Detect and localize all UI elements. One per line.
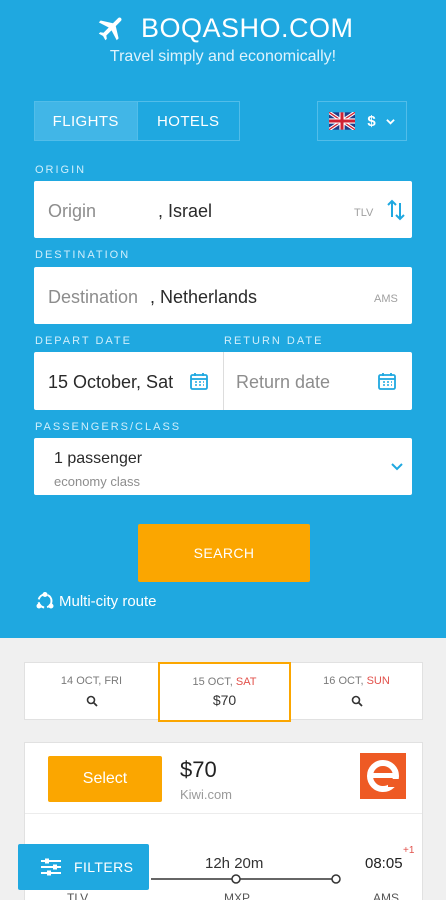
stopover-airport: MXP xyxy=(224,891,251,900)
date-option-date: 14 OCT, xyxy=(60,675,105,687)
multicity-route-icon xyxy=(36,592,54,609)
depart-date-label: DEPART DATE xyxy=(35,335,132,347)
date-selector: 14 OCT, FRI 15 OCT, SAT $70 16 OCT, SUN xyxy=(24,662,423,722)
result-divider xyxy=(25,813,422,814)
origin-airport: TLV xyxy=(67,891,89,900)
filters-button[interactable]: FILTERS xyxy=(18,844,149,890)
mode-tabs: FLIGHTS HOTELS xyxy=(34,101,240,141)
depart-date-field[interactable]: 15 October, Sat xyxy=(34,352,223,410)
tab-hotels[interactable]: HOTELS xyxy=(138,102,240,140)
destination-country: , Netherlands xyxy=(150,287,258,307)
passenger-count: 1 passenger xyxy=(54,450,143,467)
date-option-next[interactable]: 16 OCT, SUN xyxy=(291,663,422,721)
destination-airport: AMS xyxy=(373,891,400,900)
date-option-date: 15 OCT, xyxy=(192,676,236,688)
origin-label: ORIGIN xyxy=(35,164,87,176)
chevron-down-icon xyxy=(391,463,403,471)
return-date-label: RETURN DATE xyxy=(224,335,324,347)
date-fields: 15 October, Sat Return date xyxy=(34,352,412,410)
swap-icon[interactable] xyxy=(386,199,406,221)
destination-label: DESTINATION xyxy=(35,249,131,261)
origin-field[interactable]: Origin , Israel TLV xyxy=(34,181,412,238)
passengers-field[interactable]: 1 passenger economy class xyxy=(34,438,412,495)
filter-sliders-icon xyxy=(41,858,61,876)
destination-field[interactable]: Destination , Netherlands AMS xyxy=(34,267,412,324)
travel-class: economy class xyxy=(54,474,140,489)
date-option-selected[interactable]: 15 OCT, SAT $70 xyxy=(158,662,291,722)
tagline: Travel simply and economically! xyxy=(109,48,337,65)
multicity-label: Multi-city route xyxy=(59,592,157,610)
select-button[interactable]: Select xyxy=(48,756,162,802)
currency-symbol: $ xyxy=(367,112,376,130)
search-icon xyxy=(351,695,363,707)
date-option-weekday: SUN xyxy=(366,675,390,687)
return-date-field[interactable]: Return date xyxy=(224,352,412,410)
date-option-label: 14 OCT, FRI xyxy=(25,675,158,687)
arrival-time: 08:05 xyxy=(365,855,403,872)
depart-date-value: 15 October, Sat xyxy=(48,372,174,392)
day-offset-badge: +1 xyxy=(403,845,415,856)
result-price: $70 xyxy=(180,757,217,782)
route-line xyxy=(151,874,341,884)
search-hero: BOQASHO.COM Travel simply and economical… xyxy=(0,0,446,638)
origin-code: TLV xyxy=(354,207,374,219)
origin-placeholder: Origin xyxy=(48,201,97,221)
carrier-logo-icon xyxy=(360,753,406,799)
tab-flights[interactable]: FLIGHTS xyxy=(35,102,138,140)
result-provider: Kiwi.com xyxy=(180,787,233,802)
logo: BOQASHO.COM xyxy=(96,10,354,46)
destination-placeholder: Destination xyxy=(48,287,139,307)
multicity-link[interactable]: Multi-city route xyxy=(35,590,157,612)
date-option-label: 16 OCT, SUN xyxy=(291,675,422,687)
uk-flag-icon xyxy=(329,112,356,130)
date-option-label: 15 OCT, SAT xyxy=(160,676,289,688)
search-button[interactable]: SEARCH xyxy=(138,524,310,582)
date-option-prev[interactable]: 14 OCT, FRI xyxy=(25,663,158,721)
passengers-label: PASSENGERS/CLASS xyxy=(35,421,182,433)
date-option-price: $70 xyxy=(212,692,237,708)
brand-name: BOQASHO.COM xyxy=(141,12,354,43)
return-date-placeholder: Return date xyxy=(236,372,331,392)
date-option-date: 16 OCT, xyxy=(323,675,367,687)
date-option-weekday: SAT xyxy=(235,676,257,688)
destination-code: AMS xyxy=(374,293,398,305)
airplane-icon xyxy=(98,17,122,41)
filters-label: FILTERS xyxy=(74,859,134,875)
currency-selector[interactable]: $ xyxy=(317,101,407,141)
calendar-icon xyxy=(190,373,208,390)
origin-country: , Israel xyxy=(158,201,213,221)
calendar-icon xyxy=(378,373,396,390)
search-icon xyxy=(86,695,98,707)
date-option-weekday: FRI xyxy=(104,675,123,687)
chevron-down-icon xyxy=(385,118,395,125)
